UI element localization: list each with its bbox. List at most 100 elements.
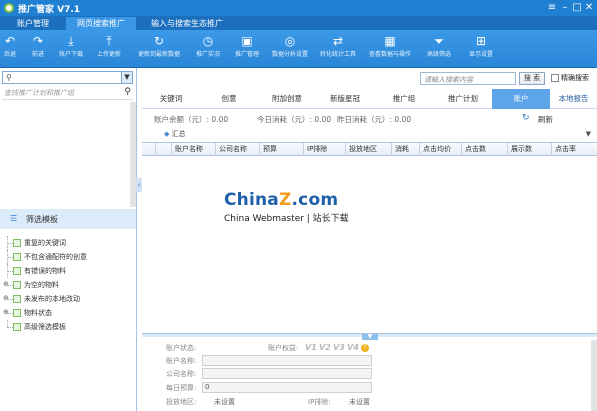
menu-icon[interactable]: ≡ [546,1,558,14]
refresh-data-button[interactable]: ↻ 更新到最新数据 [137,32,181,66]
badge-v2: V2 [319,343,331,352]
tab-account[interactable]: 账户 [492,89,550,109]
tab-local-report[interactable]: 本地报告 [550,89,597,109]
select-column[interactable] [156,143,172,156]
content-search-input[interactable]: 请输入搜索内容 [420,72,516,85]
company-label: 公司名称: [166,370,197,378]
view-data-button[interactable]: ▦ 查看数据与操作 [368,32,412,66]
item-icon [13,309,21,317]
grid-icon: ▦ [384,34,396,48]
company-field [202,368,372,379]
col-clicks[interactable]: 点击数 [462,143,508,156]
refresh-button[interactable]: 刷新 [538,114,553,125]
close-icon[interactable]: ✕ [583,1,595,14]
col-ip-exclude[interactable]: IP排除 [304,143,346,156]
col-spend[interactable]: 消耗 [392,143,420,156]
col-ctr[interactable]: 点击率 [552,143,591,156]
tab-promo-group[interactable]: 推广组 [374,89,434,109]
menu-bar: 账户管理 网页搜索推广 输入与搜索生态推广 [0,16,597,30]
layout-icon: ⊞ [475,34,487,48]
promo-manage-button[interactable]: ▣ 推广管理 [225,32,269,66]
budget-label: 每日预算: [166,384,197,392]
rights-label: 账户权益: [268,344,299,352]
item-icon [13,323,21,331]
main-panel: 请输入搜索内容 搜 索 精确搜索 关键词 创意 附加创意 新版星冠 推广组 推广… [142,68,597,411]
refresh-icon[interactable]: ↻ [522,113,530,123]
account-name-label: 账户名称: [166,357,197,365]
account-select[interactable]: ⚲ ▼ [2,71,133,84]
item-icon [13,281,21,289]
search-button[interactable]: 搜 索 [519,72,545,85]
chinaz-watermark: ChinaZ.com China Webmaster | 站长下载 [224,190,374,224]
item-icon [13,253,21,261]
filter-template-header: ☰ 筛选模板 [0,209,136,229]
menu-tab-account[interactable]: 账户管理 [4,17,62,30]
title-bar: 推广管家 V7.1 ≡ – □ ✕ [0,0,597,16]
badge-v3: V3 [333,343,345,352]
ip-exclude-label: IP排除: [308,398,331,406]
account-detail-panel: 账户状态: 账户权益: V1 V2 V3 V4 ? 账户名称: 公司名称: 每日… [142,340,597,411]
col-avg-cpc[interactable]: 点击均价 [420,143,462,156]
account-table: 账户名称 公司名称 预算 IP排除 投放地区 消耗 点击均价 点击数 展示数 点… [142,142,597,333]
col-impressions[interactable]: 展示数 [508,143,552,156]
yesterday-spend: 昨日消耗（元）: 0.00 [337,115,412,124]
conversion-tool-button[interactable]: ⇄ 转化统计工具 [316,32,360,66]
toolbar: ↶ 后退 ↷ 前进 ⤓ 账户下载 ⤒ 上传更新 ↻ 更新到最新数据 ◷ 推广实况 ▣ 推广管理… [0,30,597,68]
tree-item-empty-material[interactable]: ⊕ 为空的物料 [0,278,136,292]
help-icon[interactable]: ? [361,344,369,352]
watermark-subtitle: China Webmaster | 站长下载 [224,214,349,224]
plan-search-input[interactable]: 查找推广计划和推广组 ⚲ [2,87,133,100]
content-tabs: 关键词 创意 附加创意 新版星冠 推广组 推广计划 账户 本地报告 [142,89,597,109]
badge-v4: V4 [347,343,359,352]
list-icon: ☰ [10,214,18,223]
app-title: 推广管家 V7.1 [18,5,81,15]
ip-exclude-value: 未设置 [349,398,370,406]
upload-icon: ⤒ [106,34,112,48]
today-spend: 今日消耗（元）: 0.00 [257,115,332,124]
col-account-name[interactable]: 账户名称 [172,143,216,156]
watermark-brand: ChinaZ.com [224,190,339,210]
upload-button[interactable]: ⤒ 上传更新 [87,32,131,66]
menu-tab-input-ecosystem[interactable]: 输入与搜索生态推广 [140,17,234,30]
item-icon [13,267,21,275]
precise-search-checkbox[interactable] [551,74,559,82]
analysis-settings-button[interactable]: ◎ 数据分析设置 [268,32,312,66]
app-logo-icon [4,3,14,13]
live-promo-button[interactable]: ◷ 推广实况 [186,32,230,66]
advanced-filter-button[interactable]: ⏷ 高级筛选 [417,32,461,66]
status-label: 账户状态: [166,344,197,352]
tree-item-unpublished[interactable]: ⊕ 未发布的本地改动 [0,292,136,306]
table-header: 账户名称 公司名称 预算 IP排除 投放地区 消耗 点击均价 点击数 展示数 点… [142,143,597,156]
left-panel: ⚲ ▼ 查找推广计划和推广组 ⚲ ☰ 筛选模板 重复的关键词 不包含通配符的创意… [0,68,137,411]
tree-item-material-status[interactable]: ⊕ 物料状态 [0,306,136,320]
col-company-name[interactable]: 公司名称 [216,143,260,156]
grid-title: ◆ 汇总 [164,130,186,138]
col-budget[interactable]: 预算 [260,143,304,156]
account-search-icon: ⚲ [6,73,12,82]
menu-tab-web-search[interactable]: 网页搜索推广 [66,17,136,30]
search-icon[interactable]: ⚲ [124,87,131,97]
display-settings-button[interactable]: ⊞ 显示设置 [459,32,503,66]
tree-item-advanced-template[interactable]: 高级筛选模板 [0,320,136,334]
row-header-cell [142,143,156,156]
detail-scrollbar[interactable] [591,340,597,411]
tab-extra-creative[interactable]: 附加创意 [258,89,316,109]
exchange-icon: ⇄ [332,34,344,48]
col-region[interactable]: 投放地区 [346,143,392,156]
plan-search-placeholder: 查找推广计划和推广组 [4,89,74,97]
minimize-icon[interactable]: – [559,1,571,14]
tree-item-error-material[interactable]: 有错误的物料 [0,264,136,278]
tab-promo-plan[interactable]: 推广计划 [434,89,492,109]
tab-star-crown[interactable]: 新版星冠 [316,89,374,109]
chevron-down-icon[interactable]: ▼ [121,72,132,83]
filter-icon: ⏷ [434,34,444,48]
precise-search-label: 精确搜索 [561,74,589,82]
tree-item-no-wildcard[interactable]: 不包含通配符的创意 [0,250,136,264]
tab-keywords[interactable]: 关键词 [142,89,200,109]
tree-item-duplicate-keywords[interactable]: 重复的关键词 [0,236,136,250]
grid-collapse-icon[interactable]: ▼ [586,130,591,138]
badge-v1: V1 [305,343,317,352]
tab-creative[interactable]: 创意 [200,89,258,109]
maximize-icon[interactable]: □ [571,1,583,14]
account-name-field [202,355,372,366]
